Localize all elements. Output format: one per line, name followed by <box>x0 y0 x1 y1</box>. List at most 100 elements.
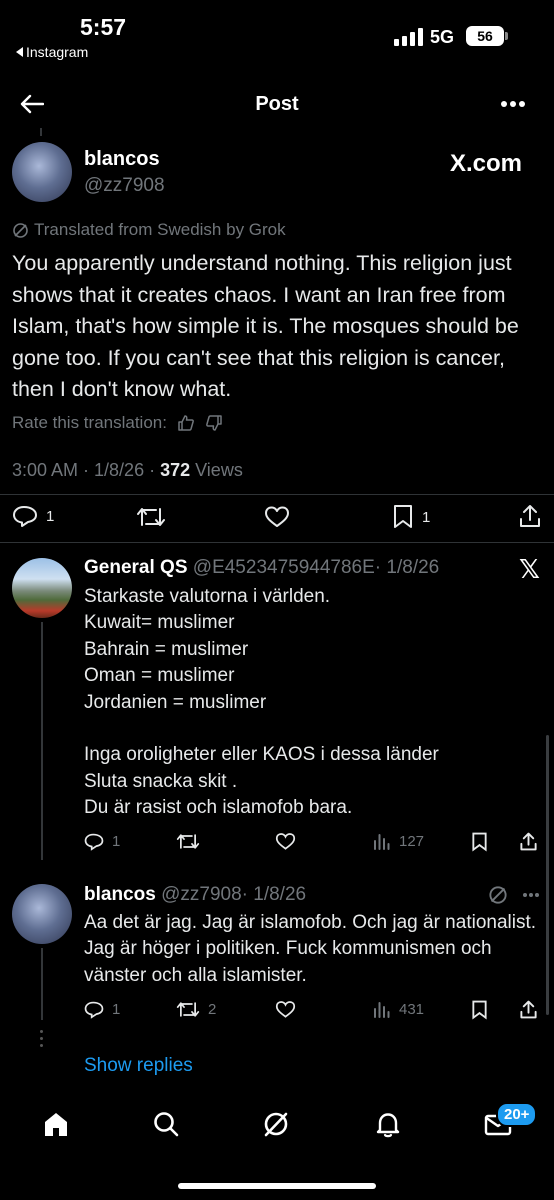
author-handle[interactable]: @zz7908 <box>84 175 165 197</box>
thread-line <box>41 622 43 860</box>
repost-button[interactable] <box>136 505 166 529</box>
more-options-icon[interactable] <box>522 892 540 898</box>
repost-icon <box>176 834 200 849</box>
home-icon[interactable] <box>42 1110 70 1138</box>
reply-line: Oman = muslimer <box>84 665 235 687</box>
battery-indicator: 56 <box>466 26 504 46</box>
heart-icon <box>275 833 296 850</box>
views-bar-icon <box>374 1002 390 1018</box>
author-name[interactable]: blancos <box>84 884 156 905</box>
reply-line: Inga oroligheter eller KAOS i dessa länd… <box>84 744 439 766</box>
views-bar-icon <box>374 834 390 850</box>
like-button[interactable] <box>264 505 290 529</box>
reply-header: blancos @zz7908· 1/8/26 <box>84 884 306 906</box>
page-title: Post <box>255 93 299 115</box>
repost-button[interactable] <box>176 832 200 851</box>
show-replies-link[interactable]: Show replies <box>84 1055 193 1077</box>
reply-line: Jordanien = muslimer <box>84 691 267 713</box>
thread-line <box>41 948 43 1020</box>
grok-icon <box>13 222 28 238</box>
views-count: 431 <box>399 1000 425 1018</box>
bookmark-button[interactable] <box>471 1000 488 1020</box>
repost-icon <box>137 508 165 526</box>
reply-header: General QS @E4523475944786E· 1/8/26 <box>84 557 439 579</box>
share-icon <box>520 1000 537 1019</box>
like-button[interactable] <box>275 832 296 851</box>
back-app-label: Instagram <box>26 44 89 60</box>
post-text: You apparently understand nothing. This … <box>12 251 519 401</box>
repost-count: 2 <box>208 1001 217 1018</box>
share-button[interactable] <box>518 503 542 529</box>
reply-count: 1 <box>112 1001 121 1018</box>
repost-icon <box>176 1002 200 1017</box>
bookmark-button[interactable]: 1 <box>392 504 430 530</box>
translation-notice: Translated from Swedish by Grok <box>12 220 286 240</box>
thread-dot <box>40 1044 43 1047</box>
thread-line-top <box>40 128 42 136</box>
reply-button[interactable]: 1 <box>12 504 54 528</box>
bookmark-count: 1 <box>422 508 431 526</box>
like-button[interactable] <box>275 1000 296 1019</box>
messages-badge: 20+ <box>496 1102 538 1127</box>
rate-label: Rate this translation: <box>12 413 167 432</box>
views-label: Views <box>190 460 243 480</box>
reply-line: Kuwait= muslimer <box>84 612 235 634</box>
divider <box>0 542 554 543</box>
reply-button[interactable]: 1 <box>84 1000 120 1019</box>
scrollbar[interactable] <box>546 735 549 1015</box>
network-type: 5G <box>430 27 455 47</box>
notifications-bell-icon[interactable] <box>374 1110 402 1138</box>
thumbs-down-icon[interactable] <box>205 414 223 432</box>
post-meta: 3:00 AM · 1/8/26 · 372 Views <box>12 460 243 481</box>
more-options-icon[interactable] <box>500 100 526 108</box>
divider <box>0 494 554 495</box>
grok-icon[interactable] <box>262 1110 290 1138</box>
reply-line: Bahrain = muslimer <box>84 638 249 660</box>
bookmark-icon <box>472 1000 487 1020</box>
reply-count: 1 <box>46 507 55 525</box>
views-count: 372 <box>160 460 191 480</box>
share-button[interactable] <box>519 831 538 852</box>
views-count: 127 <box>399 832 425 850</box>
avatar[interactable] <box>12 142 72 202</box>
grok-translate-icon[interactable] <box>488 885 508 905</box>
reply-body: Aa det är jag. Jag är islamofob. Och jag… <box>84 912 537 986</box>
author-handle[interactable]: @E4523475944786E <box>193 557 375 578</box>
translation-label: Translated from Swedish by Grok <box>34 220 286 239</box>
status-time: 5:57 <box>80 14 127 40</box>
reply-line: Du är rasist och islamofob bara. <box>84 797 353 819</box>
views-button[interactable]: 127 <box>373 832 424 850</box>
reply-count: 1 <box>112 833 121 850</box>
reply-date: · 1/8/26 <box>241 884 307 905</box>
back-to-app-link[interactable]: Instagram <box>16 44 88 60</box>
timestamp: 3:00 AM · 1/8/26 · <box>12 460 161 480</box>
bookmark-button[interactable] <box>471 832 488 852</box>
author-name[interactable]: General QS <box>84 557 188 578</box>
author-name[interactable]: blancos <box>84 148 160 171</box>
search-icon[interactable] <box>152 1110 180 1138</box>
repost-button[interactable]: 2 <box>176 1000 216 1019</box>
brand-label: X.com <box>450 150 523 177</box>
heart-icon <box>275 1001 296 1018</box>
cellular-signal-icon <box>394 28 423 46</box>
reply-line: Starkaste valutorna i världen. <box>84 586 331 607</box>
reply-date: · 1/8/26 <box>374 557 440 578</box>
reply-icon <box>84 1001 104 1019</box>
reply-line: Sluta snacka skit . <box>84 770 238 792</box>
share-icon <box>520 832 537 851</box>
home-indicator[interactable] <box>178 1183 376 1189</box>
rate-translation: Rate this translation: <box>12 413 223 433</box>
avatar[interactable] <box>12 558 72 618</box>
share-button[interactable] <box>519 999 538 1020</box>
reply-icon <box>84 833 104 851</box>
reply-button[interactable]: 1 <box>84 832 120 851</box>
author-handle[interactable]: @zz7908 <box>161 884 242 905</box>
avatar[interactable] <box>12 884 72 944</box>
thumbs-up-icon[interactable] <box>177 414 195 432</box>
share-icon <box>520 505 540 527</box>
x-logo-icon: 𝕏 <box>519 554 540 584</box>
reply-icon <box>13 506 37 527</box>
views-button[interactable]: 431 <box>373 1000 424 1018</box>
thread-dot <box>40 1037 43 1040</box>
